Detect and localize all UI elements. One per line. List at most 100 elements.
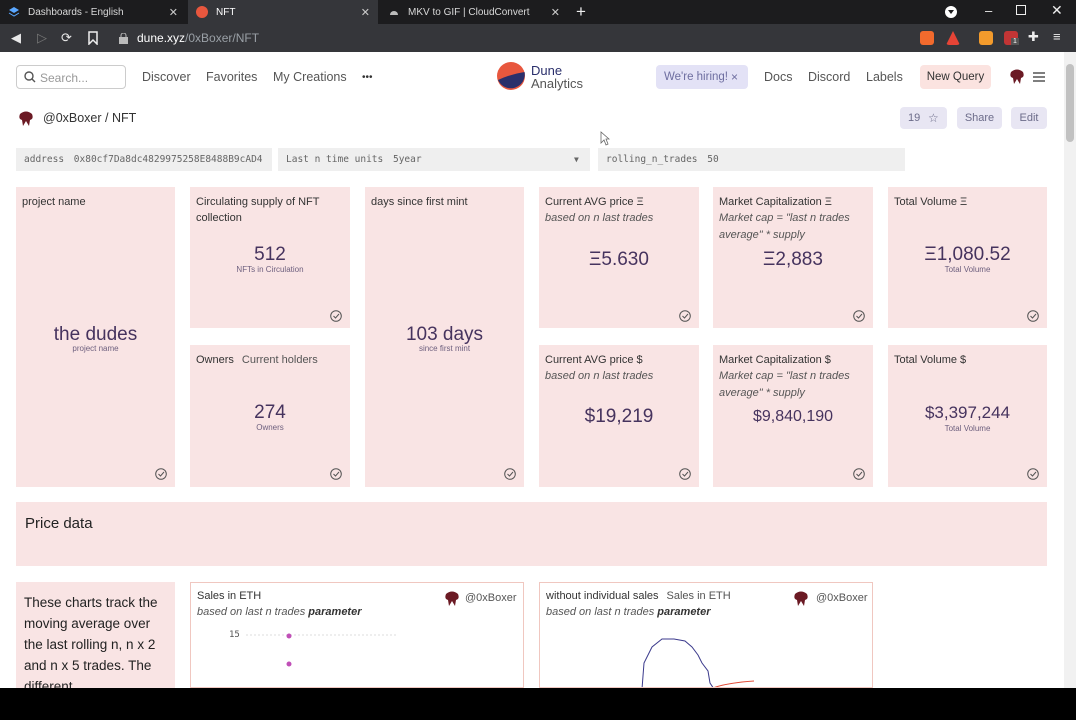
forward-icon[interactable]: ▷	[37, 30, 47, 46]
chart-title: Sales in ETH	[197, 590, 262, 602]
subtitle-text: based on last n trades	[197, 606, 309, 618]
subtitle-bold: parameter	[657, 606, 711, 618]
card-value-label: NFTs in Circulation	[236, 265, 304, 274]
card-total-volume-usd[interactable]: Total Volume $ $3,397,244 Total Volume	[888, 345, 1047, 487]
card-market-cap-eth[interactable]: Market Capitalization Ξ Market cap = "la…	[713, 187, 873, 328]
chart-author[interactable]: @0xBoxer	[816, 592, 868, 604]
card-subtitle: based on n last trades	[545, 212, 654, 224]
logo-wordmark: Dune Analytics	[531, 64, 583, 90]
subtitle-text: based on last n trades	[546, 606, 658, 618]
bookmark-icon[interactable]	[88, 31, 98, 45]
nav-labels[interactable]: Labels	[866, 70, 903, 84]
chart-title-main: without individual sales	[546, 590, 659, 602]
time-value[interactable]: 5year	[393, 154, 422, 165]
logo-line2: Analytics	[531, 76, 584, 91]
time-units-param[interactable]: Last n time units 5year ▼	[278, 148, 590, 171]
chart-author[interactable]: @0xBoxer	[465, 592, 517, 604]
hiring-banner[interactable]: We're hiring! ×	[656, 65, 748, 89]
nav-favorites[interactable]: Favorites	[206, 70, 257, 84]
chart-sales-eth[interactable]: Sales in ETH based on last n trades para…	[190, 582, 524, 688]
author-avatar-icon	[445, 591, 459, 606]
y-tick-label: 15	[229, 630, 240, 640]
card-title: Current AVG price $	[545, 354, 643, 366]
author-avatar-icon	[794, 591, 808, 606]
card-title: Total Volume Ξ	[894, 196, 968, 208]
card-value: 274	[254, 402, 286, 423]
tab-cloudconvert[interactable]: MKV to GIF | CloudConvert ✕	[380, 0, 568, 24]
tab-close-icon[interactable]: ✕	[551, 6, 560, 19]
star-icon: ☆	[928, 111, 939, 125]
edit-button[interactable]: Edit	[1011, 107, 1047, 129]
url-host: dune.xyz	[137, 31, 186, 45]
reload-icon[interactable]: ⟳	[61, 30, 72, 46]
card-project-name[interactable]: project name the dudes project name	[16, 187, 175, 487]
hiring-close-icon[interactable]: ×	[731, 70, 738, 84]
chart-plot-area	[246, 633, 396, 667]
dune-logo-icon	[196, 6, 208, 18]
dashboard-name: NFT	[112, 111, 137, 125]
card-title: days since first mint	[371, 196, 468, 208]
extension-icon[interactable]: 1	[1004, 31, 1019, 45]
puzzle-icon[interactable]: ✚	[1028, 29, 1039, 45]
tab-dashboards[interactable]: Dashboards - English ✕	[0, 0, 186, 24]
share-button[interactable]: Share	[957, 107, 1002, 129]
star-button[interactable]: 19 ☆	[900, 107, 947, 129]
check-icon	[330, 310, 342, 322]
card-title: Market Capitalization $	[719, 354, 831, 366]
card-market-cap-usd[interactable]: Market Capitalization $ Market cap = "la…	[713, 345, 873, 487]
dropdown-chevron-icon[interactable]: ▼	[574, 148, 579, 171]
tab-close-icon[interactable]: ✕	[169, 6, 178, 19]
brave-shield-icon[interactable]	[920, 31, 934, 45]
card-title: project name	[22, 196, 86, 208]
chart-sales-eth-smoothed[interactable]: without individual sales Sales in ETH bas…	[539, 582, 873, 688]
search-box[interactable]: Search...	[16, 65, 126, 89]
more-menu-button[interactable]: •••	[362, 72, 373, 83]
back-icon[interactable]: ◀	[11, 30, 21, 46]
tab-nft[interactable]: NFT ✕	[188, 0, 378, 24]
brave-rewards-icon[interactable]	[946, 31, 960, 45]
tab-close-icon[interactable]: ✕	[361, 6, 370, 19]
nav-discover[interactable]: Discover	[142, 70, 191, 84]
card-avg-price-usd[interactable]: Current AVG price $ based on n last trad…	[539, 345, 699, 487]
chart-title: without individual sales Sales in ETH	[546, 590, 731, 602]
card-title: Market Capitalization Ξ	[719, 196, 832, 208]
card-avg-price-eth[interactable]: Current AVG price Ξ based on n last trad…	[539, 187, 699, 328]
notes-text: These charts track the moving average ov…	[24, 595, 158, 688]
dune-logo-icon[interactable]	[497, 62, 525, 90]
card-title: Owners Current holders	[196, 352, 318, 368]
nav-discord[interactable]: Discord	[808, 70, 850, 84]
user-avatar-icon[interactable]	[1008, 68, 1026, 86]
card-value-label: Owners	[256, 423, 284, 432]
browser-toolbar: ◀ ▷ ⟳ dune.xyz/0xBoxer/NFT 1 ✚ ≡	[0, 24, 1076, 52]
rolling-value[interactable]: 50	[707, 154, 718, 165]
rolling-trades-param[interactable]: rolling_n_trades 50	[598, 148, 905, 171]
url-field[interactable]: dune.xyz/0xBoxer/NFT	[137, 31, 259, 45]
nav-my-creations[interactable]: My Creations	[273, 70, 347, 84]
minimize-icon[interactable]: –	[985, 3, 992, 18]
card-circulating-supply[interactable]: Circulating supply of NFT collection 512…	[190, 187, 350, 328]
dashboard-owner[interactable]: @0xBoxer	[43, 111, 102, 125]
hiring-label: We're hiring!	[664, 71, 728, 83]
address-param[interactable]: address 0x80cf7Da8dc4829975258E8488B9cAD…	[16, 148, 272, 171]
new-query-button[interactable]: New Query	[920, 65, 991, 89]
profile-icon[interactable]	[945, 6, 957, 18]
nav-docs[interactable]: Docs	[764, 70, 792, 84]
check-icon	[1027, 310, 1039, 322]
card-value: $3,397,244	[924, 403, 1011, 422]
card-days-since-mint[interactable]: days since first mint 103 days since fir…	[365, 187, 524, 487]
tab-title: MKV to GIF | CloudConvert	[408, 6, 530, 18]
scrollbar-thumb[interactable]	[1066, 64, 1074, 142]
metamask-icon[interactable]	[979, 31, 993, 45]
close-window-icon[interactable]: ✕	[1051, 2, 1063, 19]
card-owners[interactable]: Owners Current holders 274 Owners	[190, 345, 350, 487]
maximize-icon[interactable]	[1016, 5, 1026, 15]
page-scrollbar[interactable]	[1064, 52, 1076, 688]
extension-badge: 1	[1011, 38, 1019, 45]
search-input[interactable]: Search...	[40, 71, 88, 85]
card-total-volume-eth[interactable]: Total Volume Ξ Ξ1,080.52 Total Volume	[888, 187, 1047, 328]
hamburger-icon[interactable]	[1033, 71, 1045, 83]
address-value[interactable]: 0x80cf7Da8dc4829975258E8488B9cAD4	[74, 154, 263, 165]
new-tab-button[interactable]: +	[576, 2, 586, 22]
data-point	[286, 633, 292, 639]
browser-menu-icon[interactable]: ≡	[1053, 29, 1061, 44]
